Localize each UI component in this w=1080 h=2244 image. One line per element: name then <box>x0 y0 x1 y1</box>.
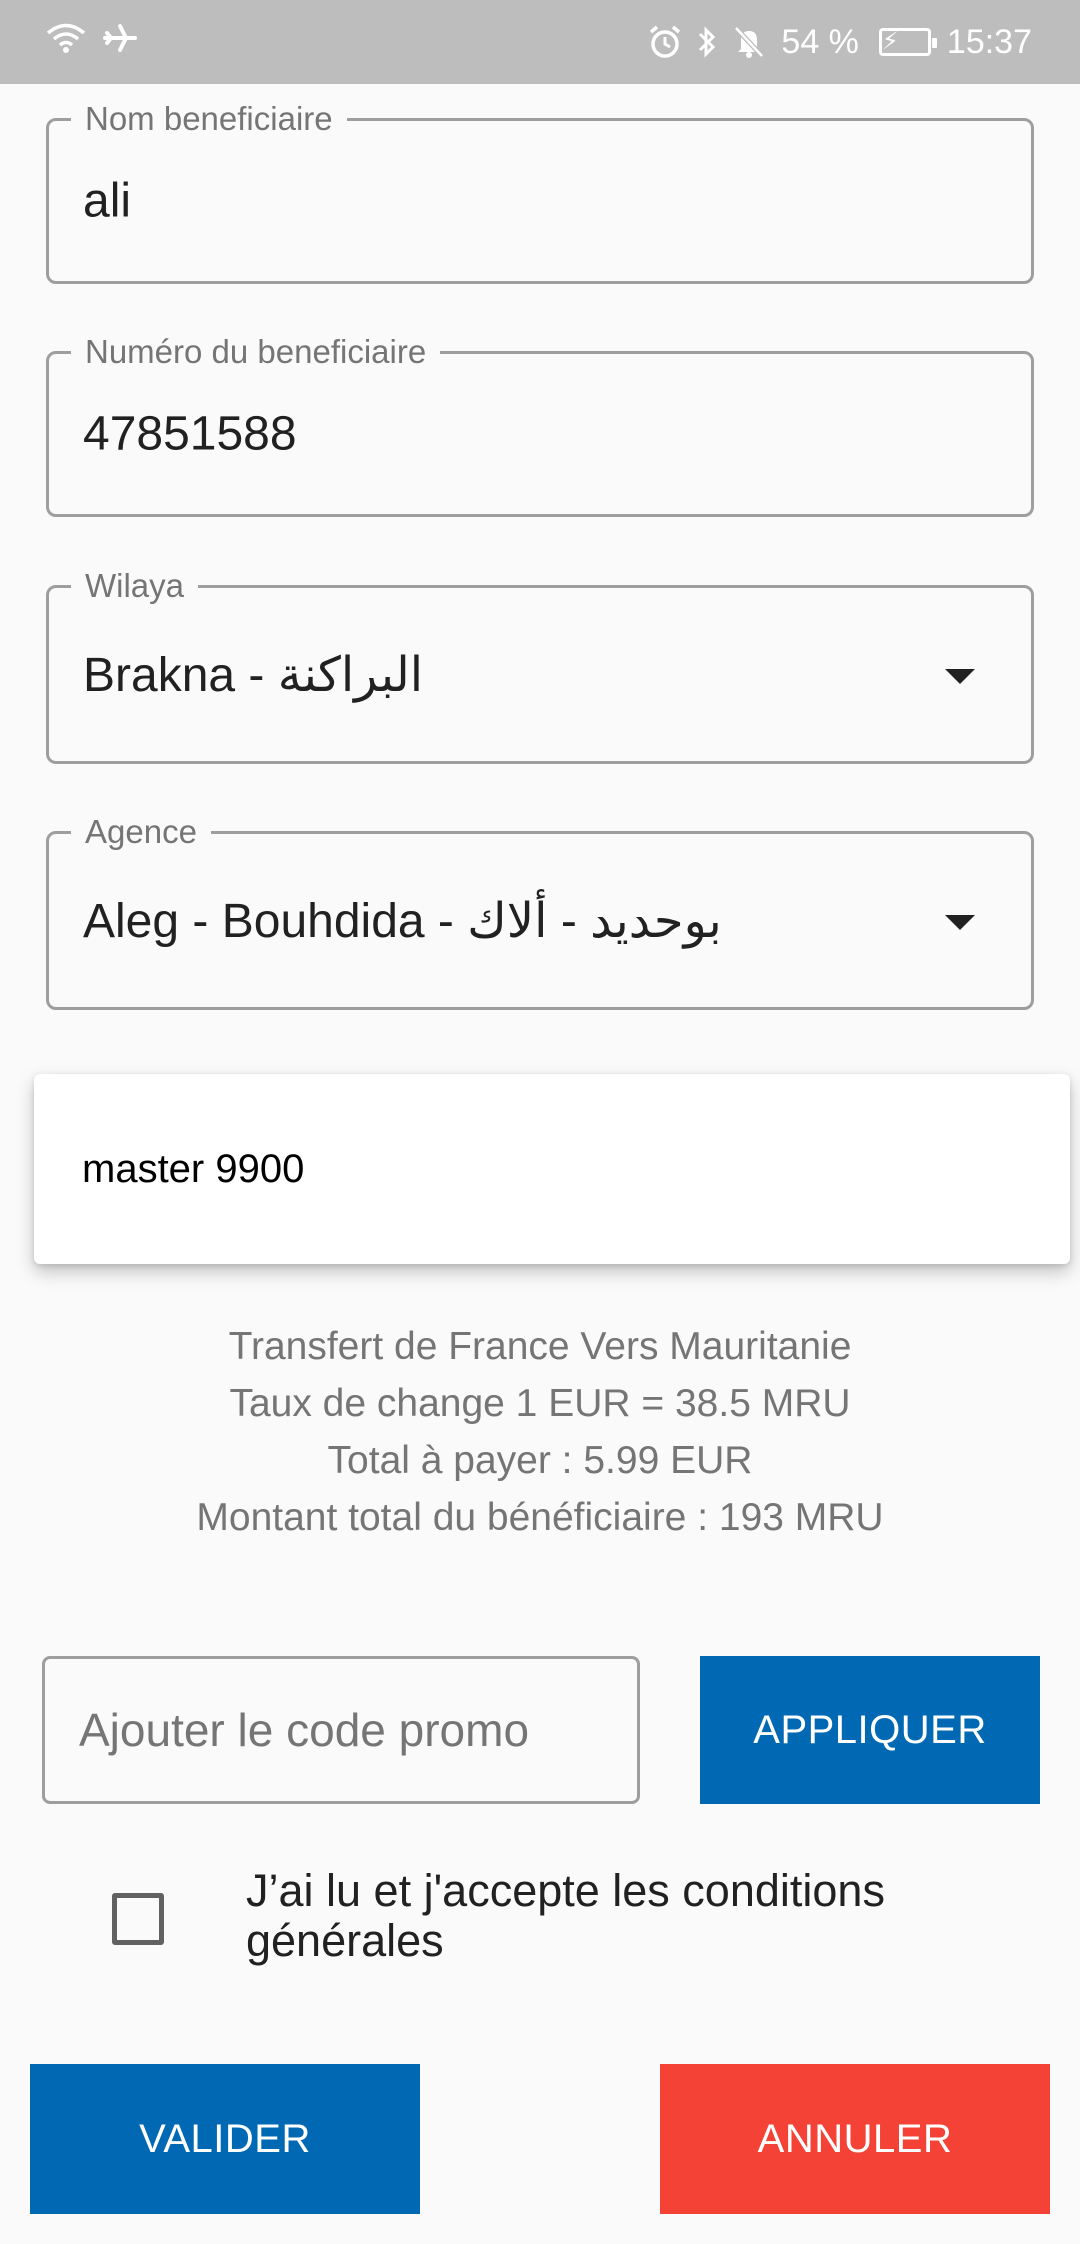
wilaya-label: Wilaya <box>71 568 199 604</box>
terms-label: J’ai lu et j'accepte les conditions géné… <box>246 1865 885 1966</box>
total-to-pay-text: Total à payer : 5.99 EUR <box>327 1439 753 1482</box>
battery-percentage: 54 % <box>781 22 859 61</box>
beneficiary-number-field[interactable]: Numéro du beneficiaire 47851588 <box>46 334 1034 517</box>
mute-icon <box>733 25 765 59</box>
terms-checkbox[interactable] <box>112 1893 164 1945</box>
status-right-icons-fg: 54 % ⚡ 15:37 <box>649 23 1032 62</box>
promo-code-input[interactable] <box>42 1656 640 1804</box>
status-bar-foreground: 54 % ⚡ 15:37 <box>0 0 1080 84</box>
clock: 15:37 <box>946 22 1032 61</box>
alarm-icon <box>649 25 681 59</box>
popup-item-master[interactable]: master 9900 <box>82 1074 304 1264</box>
exchange-rate-text: Taux de change 1 EUR = 38.5 MRU <box>229 1382 851 1425</box>
beneficiary-total-text: Montant total du bénéficiaire : 193 MRU <box>196 1496 884 1539</box>
wilaya-value: Brakna - البراكنة <box>83 648 424 702</box>
battery-icon: ⚡ <box>878 28 937 56</box>
chevron-down-icon[interactable] <box>945 914 975 930</box>
beneficiary-name-value: ali <box>83 174 132 228</box>
wifi-icon <box>46 22 86 63</box>
airplane-icon <box>102 21 138 64</box>
wilaya-select[interactable]: Wilaya Brakna - البراكنة <box>46 568 1034 764</box>
agence-label: Agence <box>71 814 211 850</box>
validate-button[interactable]: VALIDER <box>30 2064 420 2214</box>
transfer-form-screen: 54 % ⚡ 15:37 Nom beneficiaire ali <box>0 0 1080 2244</box>
status-left-icons-fg <box>46 21 138 64</box>
cancel-button[interactable]: ANNULER <box>660 2064 1050 2214</box>
transfer-direction-text: Transfert de France Vers Mauritanie <box>228 1325 852 1368</box>
suggestion-popup: master 9900 <box>34 1074 1070 1264</box>
beneficiary-number-label: Numéro du beneficiaire <box>71 334 441 370</box>
agence-value: Aleg - Bouhdida - بوحديد - ألاك <box>83 894 722 948</box>
apply-promo-button[interactable]: APPLIQUER <box>700 1656 1040 1804</box>
bluetooth-icon <box>697 25 717 59</box>
beneficiary-number-value: 47851588 <box>83 407 297 461</box>
transfer-summary: Transfert de France Vers Mauritanie Taux… <box>0 1318 1080 1546</box>
chevron-down-icon[interactable] <box>945 668 975 684</box>
beneficiary-name-label: Nom beneficiaire <box>71 101 347 137</box>
agence-select[interactable]: Agence Aleg - Bouhdida - بوحديد - ألاك <box>46 814 1034 1010</box>
beneficiary-name-field[interactable]: Nom beneficiaire ali <box>46 101 1034 284</box>
